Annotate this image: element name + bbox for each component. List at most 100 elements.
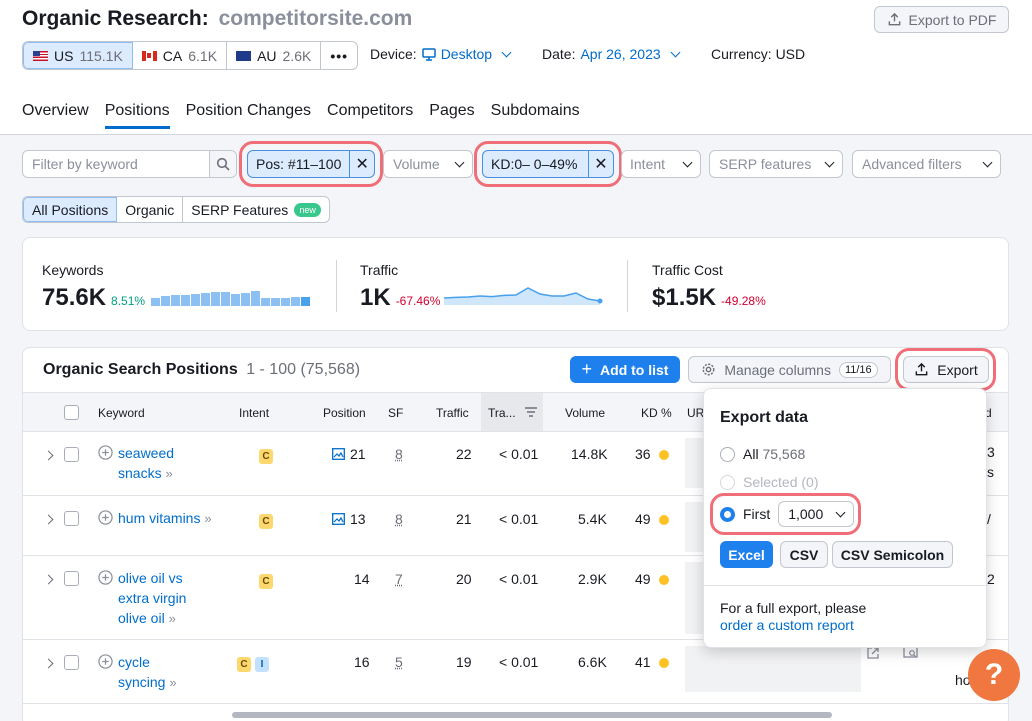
row-checkbox[interactable] <box>64 447 79 462</box>
kd-difficulty-dot <box>658 450 669 460</box>
keyword-filter-input[interactable] <box>23 156 209 172</box>
col-volume[interactable]: Volume <box>565 406 605 420</box>
row-checkbox[interactable] <box>64 655 79 670</box>
expand-row-icon[interactable] <box>39 570 56 586</box>
traffic-metric[interactable]: 1K -67.46% <box>360 284 440 312</box>
upload-icon <box>915 362 928 376</box>
sf-count[interactable]: 5 <box>395 654 403 670</box>
chevron-right-icon: » <box>168 611 176 626</box>
traffic-cost-metric[interactable]: $1.5K -49.28% <box>652 284 766 312</box>
col-keyword[interactable]: Keyword <box>98 406 145 420</box>
add-keyword-icon[interactable] <box>98 510 113 528</box>
tab-positions[interactable]: Positions <box>104 102 170 129</box>
keyword-link[interactable]: cycle syncing » <box>118 652 208 693</box>
export-pdf-label: Export to PDF <box>908 11 997 28</box>
expand-row-icon[interactable] <box>39 446 56 462</box>
add-keyword-icon[interactable] <box>98 570 113 588</box>
col-position[interactable]: Position <box>323 406 366 420</box>
sf-count[interactable]: 8 <box>395 446 403 462</box>
position-value: 13 <box>350 511 366 527</box>
export-csv-button[interactable]: CSV <box>780 541 828 568</box>
col-traffic-percent[interactable]: Tra... <box>488 406 537 420</box>
advanced-filters[interactable]: Advanced filters <box>852 150 1001 178</box>
segment-serp-features-label: SERP Features <box>191 201 289 218</box>
kd-filter-chip[interactable]: KD:0– 0–49% ✕ <box>482 150 614 178</box>
remove-position-filter-button[interactable]: ✕ <box>349 151 374 177</box>
manage-columns-button[interactable]: Manage columns 11/16 <box>688 356 891 383</box>
export-csv-semicolon-button[interactable]: CSV Semicolon <box>832 541 953 568</box>
tab-subdomains[interactable]: Subdomains <box>491 102 580 129</box>
country-au[interactable]: AU 2.6K <box>227 42 322 69</box>
external-link-icon[interactable] <box>866 646 880 663</box>
serp-preview-icon[interactable] <box>903 646 919 663</box>
position-filter-chip[interactable]: Pos: #11–100 ✕ <box>247 150 375 178</box>
sf-count[interactable]: 7 <box>395 571 403 587</box>
intent-commercial-badge: C <box>259 514 273 529</box>
export-rows-select[interactable]: 1,000 <box>778 501 855 527</box>
traffic-trend-chart <box>443 287 603 305</box>
sort-icon <box>524 407 537 417</box>
ca-flag-icon <box>141 50 157 61</box>
export-first-option[interactable]: First 1,000 <box>720 501 855 527</box>
radio-button-selected <box>720 506 735 522</box>
tab-overview[interactable]: Overview <box>22 102 89 129</box>
intent-informational-badge: I <box>255 657 269 672</box>
sf-count[interactable]: 8 <box>395 511 403 527</box>
keyword-link[interactable]: olive oil vs extra virgin olive oil » <box>118 568 208 629</box>
keyword-link[interactable]: hum vitamins » <box>118 508 248 529</box>
col-url[interactable]: UR <box>687 406 704 420</box>
remove-kd-filter-button[interactable]: ✕ <box>588 151 613 177</box>
col-intent[interactable]: Intent <box>239 406 269 420</box>
more-countries-button[interactable]: ••• <box>321 42 357 69</box>
export-pdf-button[interactable]: Export to PDF <box>874 6 1009 33</box>
country-selector: US 115.1K CA 6.1K AU 2.6K ••• <box>22 41 359 70</box>
expand-row-icon[interactable] <box>39 510 56 526</box>
country-ca[interactable]: CA 6.1K <box>133 42 228 69</box>
keywords-metric[interactable]: 75.6K 8.51% <box>42 284 145 312</box>
device-selector[interactable]: Device: Desktop <box>370 46 514 62</box>
chevron-down-icon <box>682 157 693 167</box>
url-placeholder <box>685 438 705 488</box>
row-checkbox[interactable] <box>64 571 79 586</box>
add-keyword-icon[interactable] <box>98 654 113 672</box>
segment-organic[interactable]: Organic <box>117 197 184 222</box>
help-button[interactable]: ? <box>968 649 1020 701</box>
position-filter-label: Pos: #11–100 <box>256 156 342 172</box>
keywords-trend-bar <box>171 295 180 306</box>
order-custom-report-link[interactable]: order a custom report <box>720 617 854 633</box>
table-title: Organic Search Positions 1 - 100 (75,568… <box>43 361 360 379</box>
serp-features-filter-label: SERP features <box>719 156 812 172</box>
col-kd[interactable]: KD % <box>641 406 672 420</box>
keyword-filter <box>22 150 237 178</box>
segment-all-positions[interactable]: All Positions <box>23 197 118 222</box>
volume-value: 14.8K <box>571 446 608 462</box>
intent-filter[interactable]: Intent <box>621 150 701 178</box>
expand-row-icon[interactable] <box>39 654 56 670</box>
export-selected-option[interactable]: Selected (0) <box>720 474 819 490</box>
export-all-option[interactable]: All 75,568 <box>720 446 805 462</box>
add-to-list-button[interactable]: + Add to list <box>570 356 680 383</box>
col-sf[interactable]: SF <box>388 406 403 420</box>
tab-pages[interactable]: Pages <box>429 102 474 129</box>
row-checkbox[interactable] <box>64 511 79 526</box>
serp-features-filter[interactable]: SERP features <box>709 150 843 178</box>
url-placeholder <box>685 502 705 552</box>
col-traffic[interactable]: Traffic <box>436 406 469 420</box>
keyword-link[interactable]: seaweed snacks » <box>118 443 208 484</box>
chevron-down-icon <box>982 157 993 167</box>
export-button[interactable]: Export <box>903 356 989 383</box>
country-code: US <box>54 47 74 64</box>
intent-commercial-badge: C <box>259 574 273 589</box>
upload-icon <box>888 12 900 26</box>
horizontal-scrollbar[interactable] <box>232 712 832 718</box>
export-excel-button[interactable]: Excel <box>720 541 773 568</box>
select-all-checkbox[interactable] <box>64 405 79 420</box>
tab-position-changes[interactable]: Position Changes <box>186 102 311 129</box>
tab-competitors[interactable]: Competitors <box>327 102 413 129</box>
volume-filter[interactable]: Volume <box>383 150 473 178</box>
keyword-search-button[interactable] <box>209 151 236 177</box>
add-keyword-icon[interactable] <box>98 445 113 463</box>
date-selector[interactable]: Date: Apr 26, 2023 <box>542 46 683 62</box>
segment-serp-features[interactable]: SERP Features new <box>183 197 329 222</box>
country-us[interactable]: US 115.1K <box>23 42 133 69</box>
